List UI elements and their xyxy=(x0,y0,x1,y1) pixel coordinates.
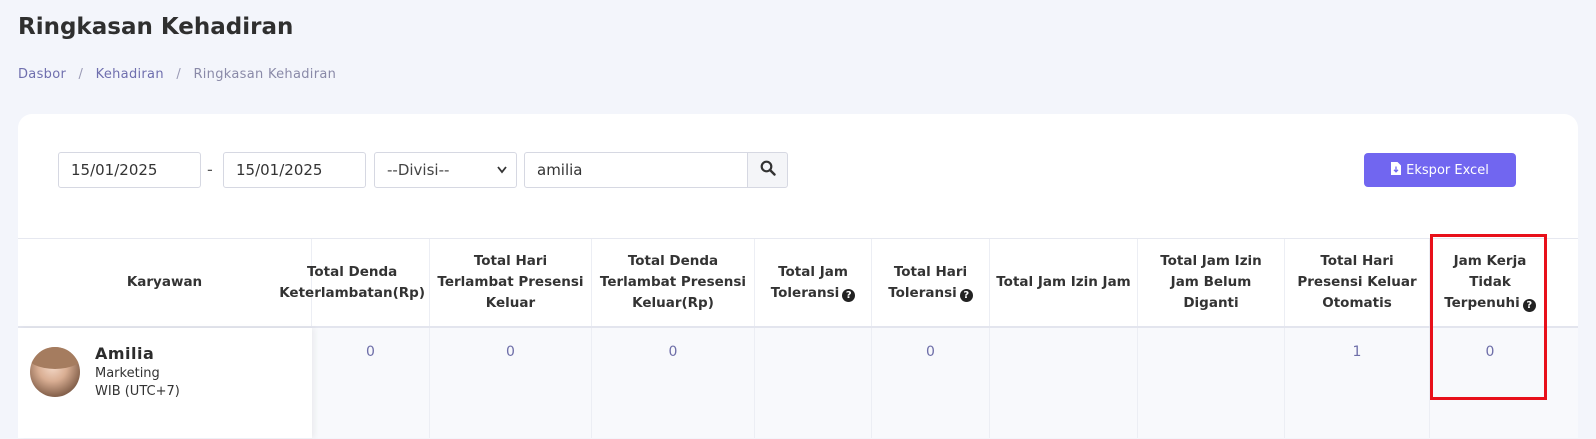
employee-cell: Amilia Marketing WIB (UTC+7) xyxy=(18,328,312,438)
export-excel-button[interactable]: Ekspor Excel xyxy=(1364,153,1516,187)
column-header-label: Total Hari Toleransi xyxy=(888,263,968,301)
search-input[interactable]: amilia xyxy=(524,152,748,188)
cell-total-denda-terlambat-presensi-keluar: 0 xyxy=(592,328,755,438)
search-button[interactable] xyxy=(747,152,788,188)
employee-timezone: WIB (UTC+7) xyxy=(95,384,180,399)
column-header-total-jam-izin-jam: Total Jam Izin Jam xyxy=(990,239,1138,326)
attendance-summary-card: 15/01/2025 - 15/01/2025 --Divisi-- amili… xyxy=(18,114,1578,438)
chevron-down-icon xyxy=(496,153,508,200)
breadcrumb-separator: / xyxy=(78,67,84,82)
column-header-total-hari-toleransi: Total Hari Toleransi? xyxy=(872,239,990,326)
employee-division: Marketing xyxy=(95,366,160,381)
cell-total-denda-keterlambatan: 0 xyxy=(312,328,430,438)
breadcrumb-dasbor[interactable]: Dasbor xyxy=(18,67,66,82)
divisi-select[interactable]: --Divisi-- xyxy=(374,152,517,188)
breadcrumb-current: Ringkasan Kehadiran xyxy=(193,67,337,82)
cell-total-hari-presensi-keluar-otomatis: 1 xyxy=(1285,328,1430,438)
page-title: Ringkasan Kehadiran xyxy=(18,14,294,40)
question-circle-icon[interactable]: ? xyxy=(842,288,856,302)
table-header-row: Karyawan Total Denda Keterlambatan(Rp) T… xyxy=(18,239,1578,328)
column-header-total-denda-keterlambatan: Total Denda Keterlambatan(Rp) xyxy=(280,239,430,326)
avatar xyxy=(30,347,80,397)
file-download-icon xyxy=(1391,161,1402,179)
column-header-total-hari-terlambat-presensi-keluar: Total Hari Terlambat Presensi Keluar xyxy=(430,239,592,326)
breadcrumb-separator: / xyxy=(176,67,181,82)
cell-total-hari-toleransi: 0 xyxy=(872,328,990,438)
column-header-label: Karyawan xyxy=(126,274,203,290)
column-header-karyawan: Karyawan xyxy=(18,239,312,326)
cell-total-jam-izin-jam xyxy=(990,328,1138,438)
column-header-total-jam-izin-belum-diganti: Total Jam Izin Jam Belum Diganti xyxy=(1138,239,1285,326)
column-header-total-hari-presensi-keluar-otomatis: Total Hari Presensi Keluar Otomatis xyxy=(1285,239,1430,326)
column-header-label: Total Hari Terlambat Presensi Keluar xyxy=(437,253,584,311)
search-icon xyxy=(760,160,776,180)
column-header-total-jam-toleransi: Total Jam Toleransi? xyxy=(755,239,872,326)
employee-name[interactable]: Amilia xyxy=(95,344,154,363)
column-header-label: Total Denda Terlambat Presensi Keluar(Rp… xyxy=(599,253,747,311)
cell-total-jam-toleransi xyxy=(755,328,872,438)
column-header-label: Total Denda Keterlambatan(Rp) xyxy=(280,263,426,301)
table-row: 0 0 0 0 1 0 Amilia Marketing WIB (UTC+7) xyxy=(18,328,1578,438)
highlight-annotation-box xyxy=(1430,234,1547,400)
question-circle-icon[interactable]: ? xyxy=(959,288,973,302)
column-header-total-denda-terlambat-presensi-keluar: Total Denda Terlambat Presensi Keluar(Rp… xyxy=(592,239,755,326)
cell-total-hari-terlambat-presensi-keluar: 0 xyxy=(430,328,592,438)
avatar-hair xyxy=(30,347,80,369)
column-header-label: Total Jam Izin Jam Belum Diganti xyxy=(1160,253,1262,311)
date-range-dash: - xyxy=(207,160,213,179)
date-from-input[interactable]: 15/01/2025 xyxy=(58,152,201,188)
column-header-label: Total Jam Toleransi xyxy=(770,263,848,301)
cell-total-jam-izin-belum-diganti xyxy=(1138,328,1285,438)
breadcrumb-kehadiran[interactable]: Kehadiran xyxy=(96,67,164,82)
date-to-input[interactable]: 15/01/2025 xyxy=(223,152,366,188)
divisi-selected-value: --Divisi-- xyxy=(387,161,450,179)
breadcrumb: Dasbor / Kehadiran / Ringkasan Kehadiran xyxy=(18,67,336,82)
column-header-label: Total Hari Presensi Keluar Otomatis xyxy=(1297,253,1417,311)
attendance-table: Karyawan Total Denda Keterlambatan(Rp) T… xyxy=(18,238,1578,439)
export-excel-label: Ekspor Excel xyxy=(1406,162,1489,178)
column-header-label: Total Jam Izin Jam xyxy=(996,274,1131,290)
